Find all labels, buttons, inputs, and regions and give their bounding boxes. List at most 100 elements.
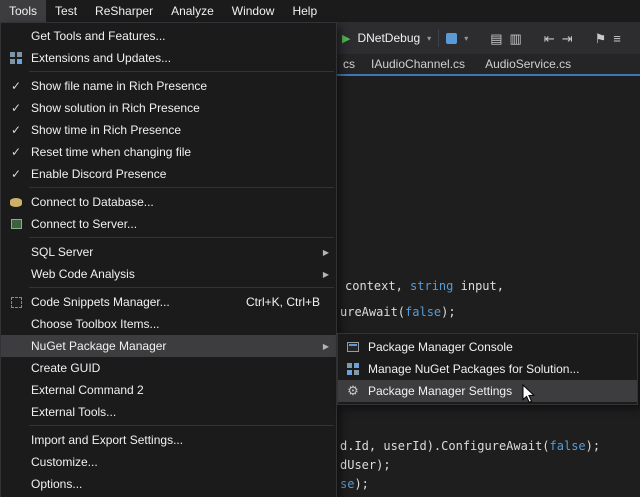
tab-iaudiochannel-cs[interactable]: IAudioChannel.cs [361,54,475,74]
menu-item-label: Create GUID [31,361,336,375]
menu-bar: ToolsTestReSharperAnalyzeWindowHelp [0,0,640,22]
code-line: context, string input, [345,279,504,293]
start-debug-icon[interactable]: ▶ [342,32,350,45]
menubar-item-tools[interactable]: Tools [0,0,46,22]
menu-item-options[interactable]: Options... [1,473,336,495]
menu-item-icon-slot [1,121,31,139]
attach-icon[interactable] [446,33,457,44]
menu-item-label: Package Manager Settings [368,384,637,398]
menubar-item-window[interactable]: Window [223,0,284,22]
menu-item-show-solution-in-rich-presence[interactable]: Show solution in Rich Presence [1,97,336,119]
menu-item-label: Choose Toolbox Items... [31,317,336,331]
menu-item-customize[interactable]: Customize... [1,451,336,473]
menubar-item-resharper[interactable]: ReSharper [86,0,162,22]
debug-target-caret-icon[interactable]: ▾ [427,34,431,43]
menu-item-shortcut: Ctrl+K, Ctrl+B [246,295,336,309]
menu-item-icon-slot [338,367,368,372]
menu-item-icon-slot [338,342,368,352]
menu-item-label: Package Manager Console [368,340,637,354]
checkmark-icon [11,143,21,161]
menu-item-icon-slot [1,165,31,183]
menu-item-extensions-and-updates[interactable]: Extensions and Updates... [1,47,336,69]
menu-item-label: Show solution in Rich Presence [31,101,336,115]
menu-item-label: Customize... [31,455,336,469]
menu-item-enable-discord-presence[interactable]: Enable Discord Presence [1,163,336,185]
menubar-item-analyze[interactable]: Analyze [162,0,223,22]
menu-item-external-command-2[interactable]: External Command 2 [1,379,336,401]
console-icon [347,342,359,352]
code-token: input, [453,279,504,293]
menu-item-label: Enable Discord Presence [31,167,336,181]
nuget-submenu: Package Manager Console Manage NuGet Pack… [337,333,638,405]
menu-separator [29,237,334,238]
checkmark-icon [11,77,21,95]
menu-item-label: External Command 2 [31,383,336,397]
tab-audioservice-cs[interactable]: AudioService.cs [475,54,581,74]
extensions-icon [10,52,15,57]
toolbar-separator [438,29,439,47]
menu-item-connect-to-database[interactable]: Connect to Database... [1,191,336,213]
menu-item-external-tools[interactable]: External Tools... [1,401,336,423]
menu-item-label: Code Snippets Manager... [31,295,246,309]
code-token: d.Id, userId).ConfigureAwait( [340,439,550,453]
menu-item-label: Web Code Analysis [31,267,336,281]
menu-item-icon-slot [1,143,31,161]
submenu-arrow-icon: ▶ [323,342,329,351]
indent-decrease-icon[interactable]: ⇤ [544,32,555,45]
menu-item-import-and-export-settings[interactable]: Import and Export Settings... [1,429,336,451]
packages-icon [347,363,352,368]
list-members-icon[interactable]: ≡ [613,32,621,45]
menu-item-label: Show time in Rich Presence [31,123,336,137]
vs-window: ToolsTestReSharperAnalyzeWindowHelp ▶ DN… [0,0,640,497]
code-token: ); [586,439,600,453]
submenu-arrow-icon: ▶ [323,248,329,257]
menubar-item-test[interactable]: Test [46,0,86,22]
attach-caret-icon[interactable]: ▾ [464,34,468,43]
save-layout-icon[interactable]: ▥ [510,32,522,45]
menu-item-icon-slot [1,56,31,61]
menu-item-package-manager-settings[interactable]: Package Manager Settings [338,380,637,402]
menu-item-show-time-in-rich-presence[interactable]: Show time in Rich Presence [1,119,336,141]
tab-cs[interactable]: cs [337,54,361,74]
indent-increase-icon[interactable]: ⇥ [562,32,573,45]
code-line: se); [340,477,369,491]
menubar-item-help[interactable]: Help [283,0,326,22]
code-token: dUser); [340,458,391,472]
menu-item-reset-time-when-changing-file[interactable]: Reset time when changing file [1,141,336,163]
code-token: ); [441,305,455,319]
menu-item-package-manager-console[interactable]: Package Manager Console [338,336,637,358]
menu-item-code-snippets-manager[interactable]: Code Snippets Manager...Ctrl+K, Ctrl+B [1,291,336,313]
snippets-icon [11,297,22,308]
menu-item-create-guid[interactable]: Create GUID [1,357,336,379]
code-token: false [550,439,586,453]
menu-item-label: Reset time when changing file [31,145,336,159]
open-layout-icon[interactable]: ▤ [490,32,502,45]
menu-item-label: Show file name in Rich Presence [31,79,336,93]
tools-menu: Get Tools and Features...Extensions and … [0,22,337,497]
debug-target-label[interactable]: DNetDebug [357,31,420,45]
menu-separator [29,287,334,288]
menu-item-label: Connect to Server... [31,217,336,231]
menu-item-show-file-name-in-rich-presence[interactable]: Show file name in Rich Presence [1,75,336,97]
menu-item-sql-server[interactable]: SQL Server▶ [1,241,336,263]
menu-item-connect-to-server[interactable]: Connect to Server... [1,213,336,235]
menu-item-choose-toolbox-items[interactable]: Choose Toolbox Items... [1,313,336,335]
menu-item-get-tools-and-features[interactable]: Get Tools and Features... [1,25,336,47]
code-token: string [410,279,453,293]
menu-item-label: Options... [31,477,336,491]
menu-separator [29,187,334,188]
bookmark-icon[interactable]: ⚑ [595,32,607,45]
menu-item-web-code-analysis[interactable]: Web Code Analysis▶ [1,263,336,285]
menu-item-label: Connect to Database... [31,195,336,209]
menu-separator [29,71,334,72]
code-token: false [405,305,441,319]
code-token: context, [345,279,410,293]
menu-item-icon-slot [1,198,31,207]
code-token: ureAwait( [340,305,405,319]
menu-item-manage-nuget-packages-for-solution[interactable]: Manage NuGet Packages for Solution... [338,358,637,380]
gear-icon [347,382,359,400]
code-line: dUser); [340,458,391,472]
menu-item-nuget-package-manager[interactable]: NuGet Package Manager▶ [1,335,336,357]
menu-item-icon-slot [1,77,31,95]
menu-item-label: NuGet Package Manager [31,339,336,353]
